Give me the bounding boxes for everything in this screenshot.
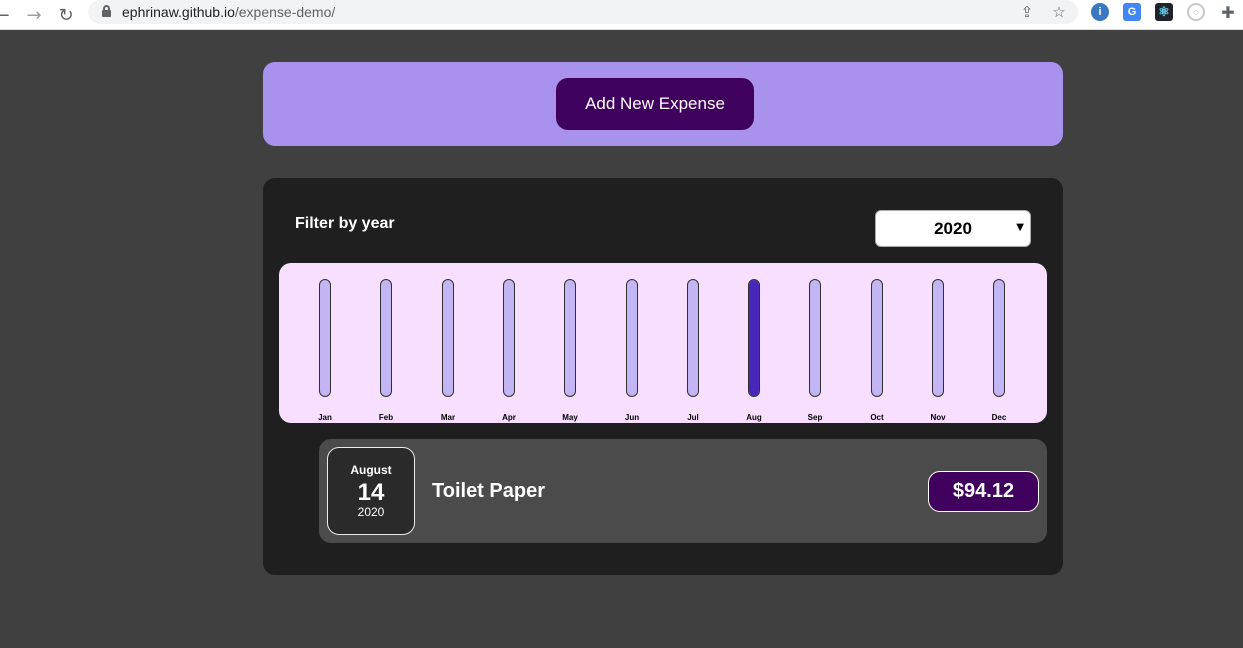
chart-bar-mar: Mar xyxy=(441,279,455,422)
chart-bar-label: Sep xyxy=(807,413,823,422)
chart-bar-label: Aug xyxy=(746,413,762,422)
chart-bar-label: Jan xyxy=(318,413,332,422)
chart-bar-track xyxy=(809,279,821,397)
expense-amount: $94.12 xyxy=(928,471,1039,512)
extension-icon-1[interactable]: i xyxy=(1091,3,1109,21)
translate-extension-icon[interactable]: G xyxy=(1123,3,1141,21)
lock-icon[interactable] xyxy=(102,5,111,17)
chart-bar-label: Feb xyxy=(378,413,394,422)
chart-bar-track xyxy=(564,279,576,397)
browser-toolbar: ← → ↻ ephrinaw.github.io/expense-demo/ ⇪… xyxy=(0,0,1243,30)
expenses-chart: Jan Feb Mar Apr May Jun Jul Aug Sep Oct Nov Dec xyxy=(279,263,1047,423)
puzzle-extensions-icon[interactable]: ✚ xyxy=(1219,3,1237,22)
chart-bar-track xyxy=(932,279,944,397)
chart-bar-label: Nov xyxy=(930,413,946,422)
chevron-down-icon: ▼ xyxy=(1016,222,1024,233)
expense-item: August 14 2020 Toilet Paper $94.12 xyxy=(319,439,1047,543)
chart-bar-label: Oct xyxy=(870,413,884,422)
expense-title: Toilet Paper xyxy=(432,480,545,502)
chart-bar-feb: Feb xyxy=(379,279,393,422)
extension-icon-4[interactable]: ◌ xyxy=(1187,3,1205,21)
url-host: ephrinaw.github.io xyxy=(122,4,235,20)
chart-bar-nov: Nov xyxy=(930,279,946,422)
back-arrow-icon[interactable]: ← xyxy=(0,3,14,27)
chart-bar-track xyxy=(442,279,454,397)
chart-bar-label: Dec xyxy=(991,413,1007,422)
chart-bar-track xyxy=(319,279,331,397)
chart-bar-sep: Sep xyxy=(808,279,822,422)
year-select[interactable]: 2020 ▼ xyxy=(875,210,1031,247)
year-select-value: 2020 xyxy=(934,218,972,238)
expense-date-month: August xyxy=(350,463,392,477)
chart-bar-apr: Apr xyxy=(502,279,516,422)
url-text[interactable]: ephrinaw.github.io/expense-demo/ xyxy=(122,4,335,20)
address-bar[interactable]: ephrinaw.github.io/expense-demo/ ⇪ ☆ xyxy=(88,0,1078,24)
forward-arrow-icon[interactable]: → xyxy=(22,3,46,27)
filter-label: Filter by year xyxy=(295,215,395,232)
chart-bar-oct: Oct xyxy=(870,279,884,422)
chart-bar-track xyxy=(626,279,638,397)
chart-bar-label: May xyxy=(562,413,578,422)
chart-bar-may: May xyxy=(562,279,578,422)
chart-bar-dec: Dec xyxy=(992,279,1006,422)
expense-date-year: 2020 xyxy=(357,505,385,519)
react-devtools-icon[interactable]: ⚛ xyxy=(1155,3,1173,21)
chart-bar-label: Jun xyxy=(624,413,640,422)
chart-bar-jun: Jun xyxy=(625,279,639,422)
expenses-panel: Filter by year 2020 ▼ Jan Feb Mar Apr May Jun… xyxy=(263,178,1063,575)
new-expense-panel: Add New Expense xyxy=(263,62,1063,146)
chart-bar-track xyxy=(993,279,1005,397)
chart-bar-track xyxy=(748,279,760,397)
chart-bar-aug: Aug xyxy=(746,279,762,422)
expense-date-day: 14 xyxy=(357,479,385,506)
chart-bar-track xyxy=(380,279,392,397)
share-icon[interactable]: ⇪ xyxy=(1016,1,1038,23)
reload-icon[interactable]: ↻ xyxy=(54,3,78,27)
chart-bar-track xyxy=(871,279,883,397)
chart-bar-label: Apr xyxy=(502,413,516,422)
star-icon[interactable]: ☆ xyxy=(1048,1,1070,23)
chart-bar-label: Mar xyxy=(440,413,456,422)
chart-bar-fill xyxy=(749,280,759,396)
add-new-expense-button[interactable]: Add New Expense xyxy=(556,78,754,130)
chart-bar-track xyxy=(687,279,699,397)
chart-bar-jul: Jul xyxy=(687,279,699,422)
chart-bar-track xyxy=(503,279,515,397)
url-path: /expense-demo/ xyxy=(234,4,336,20)
chart-bar-label: Jul xyxy=(687,413,699,422)
chart-bar-jan: Jan xyxy=(318,279,332,422)
expense-date: August 14 2020 xyxy=(327,447,415,535)
